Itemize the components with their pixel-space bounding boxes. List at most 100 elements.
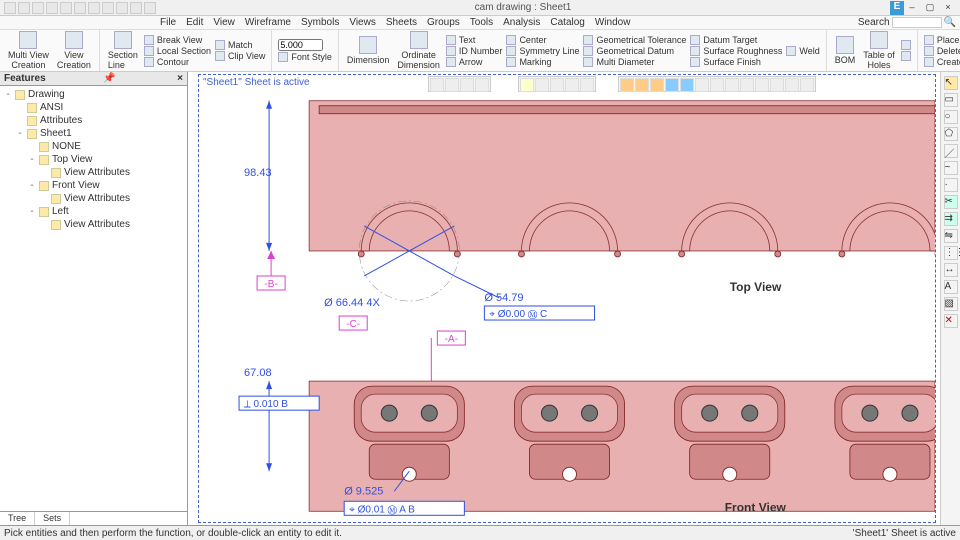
circle-tool-icon[interactable]: ○ (944, 110, 958, 124)
break-view-icon (144, 35, 154, 45)
tool-btn[interactable] (901, 40, 911, 50)
menu-symbols[interactable]: Symbols (301, 17, 339, 28)
offset-tool-icon[interactable]: ⇉ (944, 212, 958, 226)
tree-node[interactable]: ANSI (4, 101, 183, 114)
pin-icon[interactable]: 📌 (103, 73, 115, 84)
cursor-tool-icon[interactable]: ↖ (944, 76, 958, 90)
multi-diam-button[interactable]: Multi Diameter (583, 57, 686, 67)
spline-tool-icon[interactable]: ~ (944, 161, 958, 175)
qat-btn[interactable] (88, 2, 100, 14)
match-button[interactable]: Match (215, 40, 265, 50)
idnum-icon (446, 46, 456, 56)
tree-node[interactable]: View Attributes (4, 166, 183, 179)
delete-master-button[interactable]: Delete Master Group (924, 46, 960, 56)
search-icon[interactable]: 🔍 (944, 17, 956, 28)
tree-node[interactable]: View Attributes (4, 218, 183, 231)
ribbon: Multi View Creation View Creation Sectio… (0, 30, 960, 72)
minimize-button[interactable]: – (904, 2, 920, 14)
array-tool-icon[interactable]: ⋮⋮ (944, 246, 958, 260)
tree-node[interactable]: Attributes (4, 114, 183, 127)
section-line-button[interactable]: Section Line (106, 31, 140, 70)
place-group-button[interactable]: Place Group (924, 35, 960, 45)
surface-rough-button[interactable]: Surface Roughness (690, 46, 782, 56)
trim-tool-icon[interactable]: ✂ (944, 195, 958, 209)
tab-tree[interactable]: Tree (0, 512, 35, 525)
menu-view[interactable]: View (213, 17, 235, 28)
arrow-button[interactable]: Arrow (446, 57, 503, 67)
bom-button[interactable]: BOM (833, 36, 858, 65)
multiview-creation-button[interactable]: Multi View Creation (6, 31, 51, 70)
menu-file[interactable]: File (160, 17, 176, 28)
close-panel-icon[interactable]: × (177, 73, 183, 84)
contour-button[interactable]: Contour (144, 57, 211, 67)
ordinate-button[interactable]: Ordinate Dimension (395, 31, 442, 70)
menu-tools[interactable]: Tools (470, 17, 493, 28)
dim-tool-icon[interactable]: ↔ (944, 263, 958, 277)
dimension-icon (359, 36, 377, 54)
tree-node[interactable]: View Attributes (4, 192, 183, 205)
id-number-button[interactable]: ID Number (446, 46, 503, 56)
text-tool-icon[interactable]: A (944, 280, 958, 294)
maximize-button[interactable]: ▢ (922, 2, 938, 14)
menubar: File Edit View Wireframe Symbols Views S… (0, 16, 960, 30)
tree-node[interactable]: NONE (4, 140, 183, 153)
point-tool-icon[interactable]: · (944, 178, 958, 192)
hatch-tool-icon[interactable]: ▧ (944, 297, 958, 311)
tree-node[interactable]: -Top View (4, 153, 183, 166)
clip-view-button[interactable]: Clip View (215, 51, 265, 61)
qat-btn[interactable] (74, 2, 86, 14)
search-input[interactable] (892, 17, 942, 28)
tool-btn[interactable] (901, 51, 911, 61)
svg-text:Top View: Top View (730, 280, 782, 294)
weld-button[interactable]: Weld (786, 46, 819, 56)
qat-btn[interactable] (144, 2, 156, 14)
datum-target-button[interactable]: Datum Target (690, 35, 782, 45)
feature-tree[interactable]: -Drawing ANSI Attributes-Sheet1 NONE-Top… (0, 86, 187, 511)
canvas-area[interactable]: "Sheet1" Sheet is active 98.43 -B- (188, 72, 940, 525)
qat-btn[interactable] (102, 2, 114, 14)
tree-node[interactable]: -Front View (4, 179, 183, 192)
create-group-button[interactable]: Create Group (924, 57, 960, 67)
font-size-input[interactable] (278, 39, 323, 51)
qat-btn[interactable] (32, 2, 44, 14)
polygon-tool-icon[interactable]: ⬠ (944, 127, 958, 141)
font-style-button[interactable]: Font Style (278, 52, 332, 62)
geom-tol-button[interactable]: Geometrical Tolerance (583, 35, 686, 45)
qat-btn[interactable] (60, 2, 72, 14)
local-section-icon (144, 46, 154, 56)
menu-groups[interactable]: Groups (427, 17, 460, 28)
view-creation-button[interactable]: View Creation (55, 31, 93, 70)
menu-sheets[interactable]: Sheets (386, 17, 417, 28)
break-view-button[interactable]: Break View (144, 35, 211, 45)
menu-window[interactable]: Window (595, 17, 631, 28)
menu-catalog[interactable]: Catalog (550, 17, 584, 28)
symmetry-button[interactable]: Symmetry Line (506, 46, 579, 56)
tree-node[interactable]: -Sheet1 (4, 127, 183, 140)
line-tool-icon[interactable]: ／ (944, 144, 958, 158)
table-holes-button[interactable]: Table of Holes (861, 31, 897, 70)
menu-wireframe[interactable]: Wireframe (245, 17, 291, 28)
menu-views[interactable]: Views (349, 17, 376, 28)
local-section-button[interactable]: Local Section (144, 46, 211, 56)
marking-button[interactable]: Marking (506, 57, 579, 67)
surface-finish-button[interactable]: Surface Finish (690, 57, 782, 67)
delete-tool-icon[interactable]: ✕ (944, 314, 958, 328)
tree-node[interactable]: -Drawing (4, 88, 183, 101)
qat-btn[interactable] (18, 2, 30, 14)
rect-tool-icon[interactable]: ▭ (944, 93, 958, 107)
center-button[interactable]: Center (506, 35, 579, 45)
text-button[interactable]: Text (446, 35, 503, 45)
tab-sets[interactable]: Sets (35, 512, 70, 525)
qat-btn[interactable] (116, 2, 128, 14)
mirror-tool-icon[interactable]: ⇋ (944, 229, 958, 243)
menu-edit[interactable]: Edit (186, 17, 203, 28)
geom-datum-button[interactable]: Geometrical Datum (583, 46, 686, 56)
dimension-button[interactable]: Dimension (345, 36, 392, 65)
qat-btn[interactable] (130, 2, 142, 14)
qat-btn[interactable] (4, 2, 16, 14)
close-button[interactable]: × (940, 2, 956, 14)
qat-btn[interactable] (46, 2, 58, 14)
drawing-canvas[interactable]: "Sheet1" Sheet is active 98.43 -B- (198, 74, 936, 523)
tree-node[interactable]: -Left (4, 205, 183, 218)
menu-analysis[interactable]: Analysis (503, 17, 540, 28)
